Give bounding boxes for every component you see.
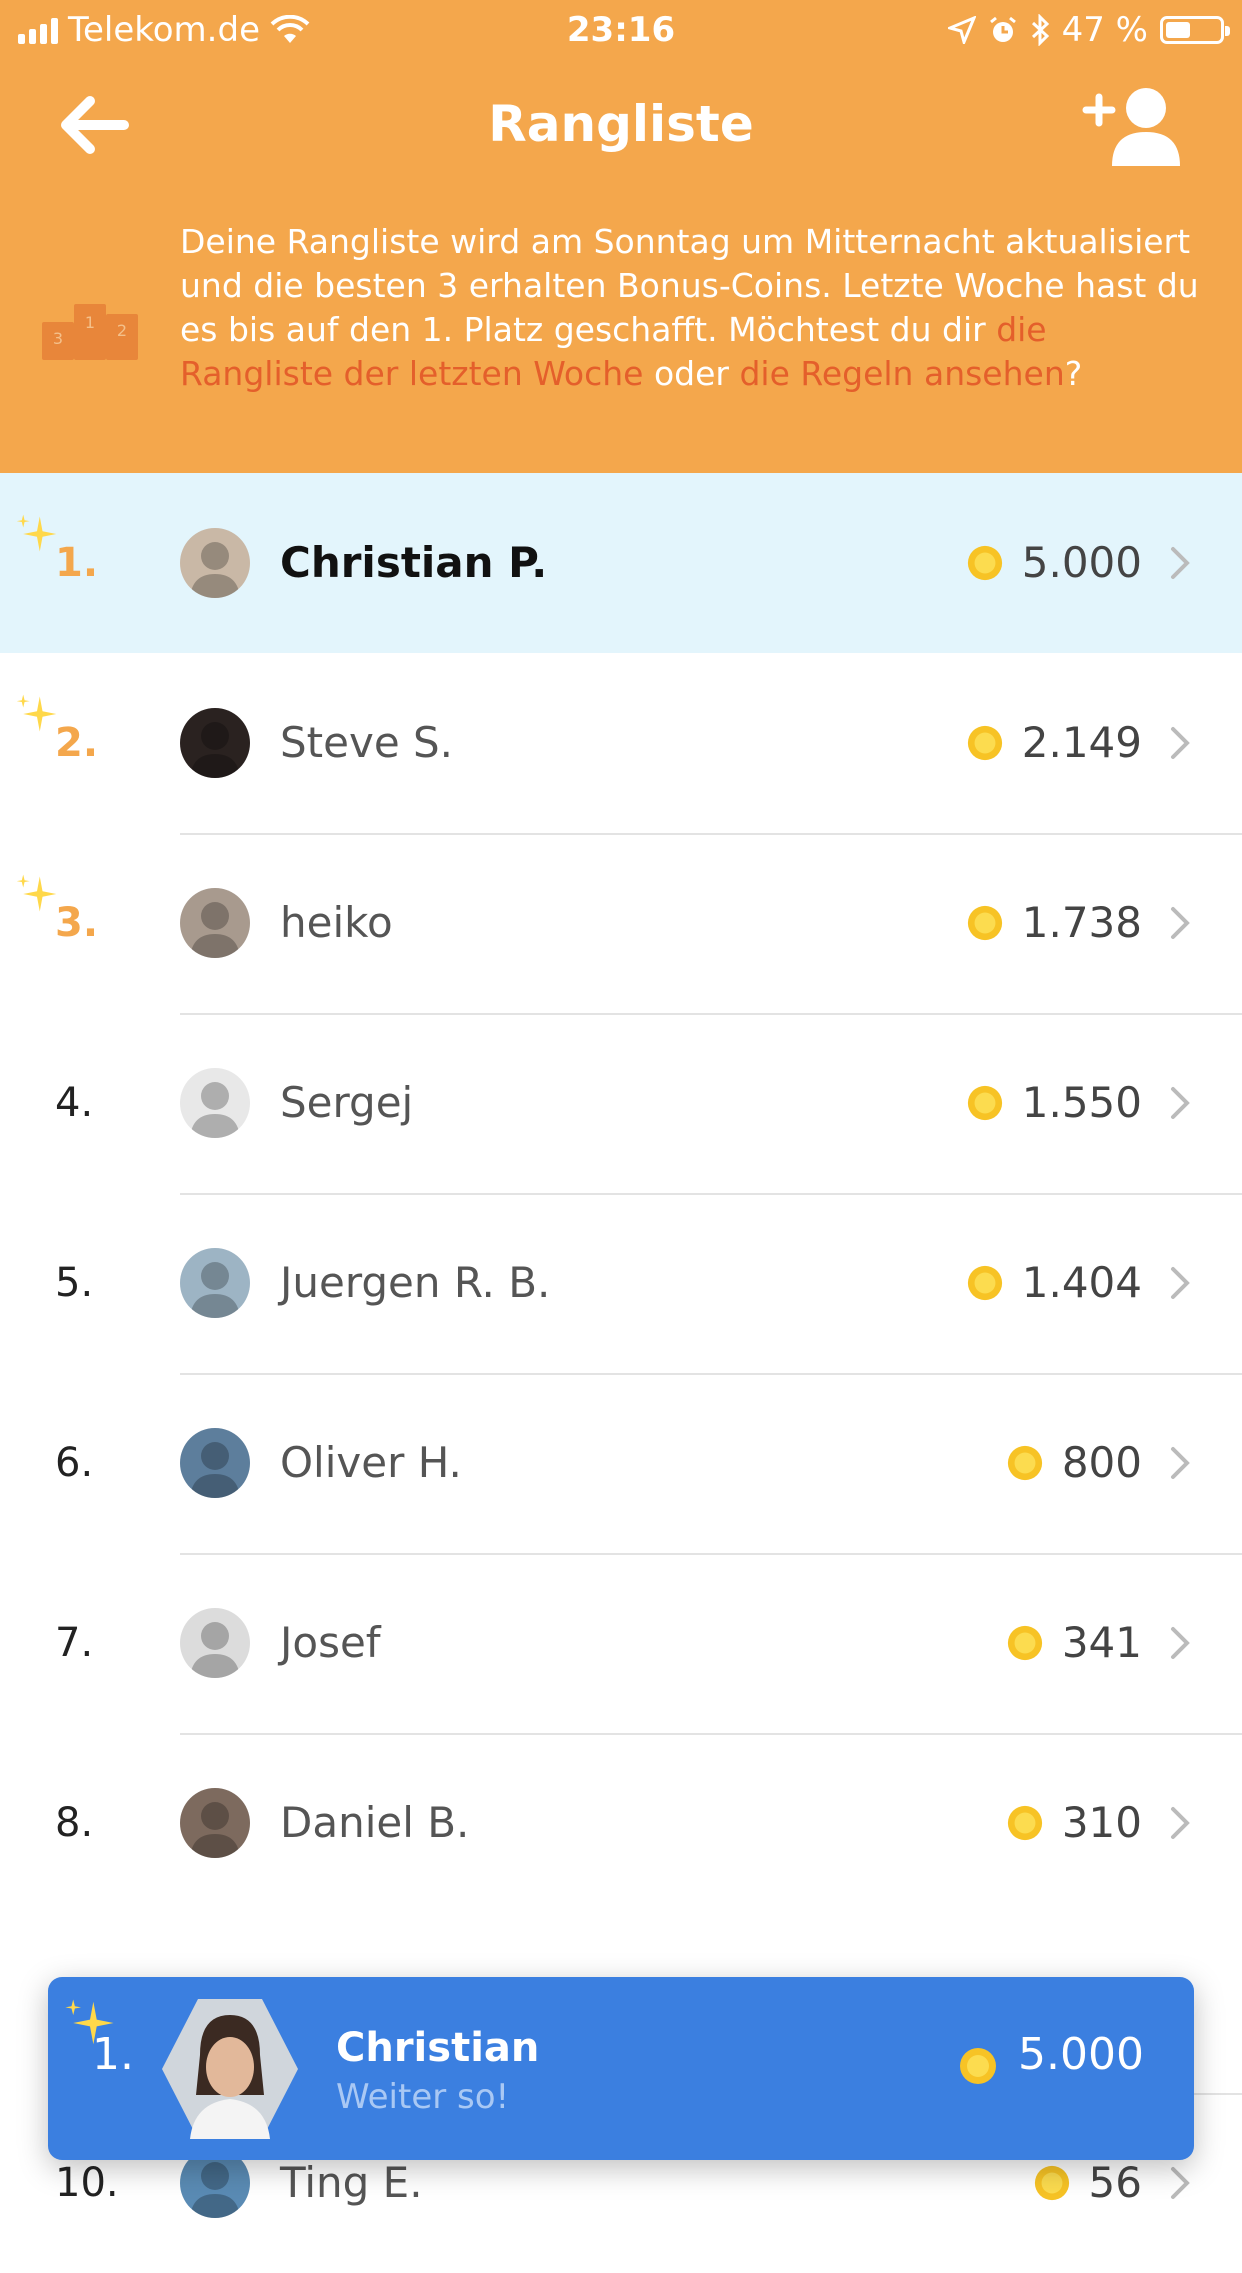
rank-number: 5. — [55, 1260, 94, 1306]
leaderboard-row[interactable]: 1. Christian P. 5.000 — [0, 473, 1242, 653]
coin-icon — [967, 1085, 1002, 1121]
sparkle-icon — [16, 694, 57, 732]
avatar — [180, 1248, 250, 1318]
coin-icon — [1007, 1625, 1042, 1661]
leaderboard-row[interactable]: 4. Sergej 1.550 — [0, 1013, 1242, 1193]
add-friend-icon[interactable] — [1082, 82, 1182, 170]
status-bar: Telekom.de 23:16 47 % — [0, 0, 1242, 62]
player-score: 5.000 — [1021, 538, 1142, 587]
leaderboard-row[interactable]: 3. heiko 1.738 — [0, 833, 1242, 1013]
player-score: 2.149 — [1021, 718, 1142, 767]
chevron-right-icon — [1171, 1627, 1190, 1659]
coin-icon — [967, 725, 1002, 761]
sparkle-icon — [16, 874, 57, 912]
avatar — [180, 1428, 250, 1498]
rank-number: 7. — [55, 1620, 94, 1666]
chevron-right-icon — [1171, 1267, 1190, 1299]
rank-number: 6. — [55, 1440, 94, 1486]
my-name: Christian — [336, 2025, 540, 2071]
leaderboard-row[interactable]: 8. Daniel B. 310 — [0, 1733, 1242, 1913]
chevron-right-icon — [1171, 907, 1190, 939]
coin-icon — [1007, 1445, 1042, 1481]
player-name: Daniel B. — [280, 1798, 470, 1847]
player-name: Steve S. — [280, 718, 454, 767]
location-icon — [947, 16, 976, 44]
coin-icon — [1034, 2165, 1069, 2201]
my-score: 5.000 — [1018, 2029, 1144, 2080]
bluetooth-icon — [1031, 14, 1049, 46]
chevron-right-icon — [1171, 1087, 1190, 1119]
coin-icon — [1007, 1805, 1042, 1841]
player-name: heiko — [280, 898, 393, 947]
podium-label-second: 2 — [117, 321, 127, 340]
rules-link[interactable]: die Regeln ansehen — [739, 354, 1064, 393]
chevron-right-icon — [1171, 2167, 1190, 2199]
rank-number: 1. — [55, 540, 99, 586]
my-rank-card[interactable]: 1. Christian Weiter so! 5.000 — [48, 1977, 1194, 2160]
coin-icon — [967, 1265, 1002, 1301]
player-score: 1.550 — [1021, 1078, 1142, 1127]
page-title: Rangliste — [488, 95, 754, 153]
podium-icon: 1 3 2 — [42, 304, 138, 360]
leaderboard-row[interactable]: 6. Oliver H. 800 — [0, 1373, 1242, 1553]
coin-icon — [960, 2048, 997, 2084]
header: Telekom.de 23:16 47 % Rangliste 1 3 2 De… — [0, 0, 1242, 473]
alarm-icon — [989, 16, 1016, 42]
battery-icon — [1160, 16, 1230, 44]
podium-label-first: 1 — [85, 313, 95, 332]
player-name: Sergej — [280, 1078, 414, 1127]
rank-number: 4. — [55, 1080, 94, 1126]
avatar — [180, 1788, 250, 1858]
avatar — [180, 528, 250, 598]
chevron-right-icon — [1171, 1447, 1190, 1479]
player-name: Juergen R. B. — [280, 1258, 551, 1307]
rank-number: 2. — [55, 720, 99, 766]
rank-number: 3. — [55, 900, 99, 946]
chevron-right-icon — [1171, 547, 1190, 579]
player-name: Oliver H. — [280, 1438, 462, 1487]
coin-icon — [967, 545, 1002, 581]
my-subtitle: Weiter so! — [336, 2077, 510, 2117]
avatar — [160, 1995, 300, 2143]
avatar — [180, 1068, 250, 1138]
avatar — [180, 888, 250, 958]
player-score: 310 — [1061, 1798, 1142, 1847]
podium-label-third: 3 — [53, 329, 63, 348]
sparkle-icon — [16, 514, 57, 552]
player-score: 800 — [1061, 1438, 1142, 1487]
chevron-right-icon — [1171, 727, 1190, 759]
leaderboard-row[interactable]: 5. Juergen R. B. 1.404 — [0, 1193, 1242, 1373]
player-name: Christian P. — [280, 538, 548, 587]
info-text: Deine Rangliste wird am Sonntag um Mitte… — [180, 222, 1199, 393]
avatar — [180, 708, 250, 778]
player-name: Josef — [280, 1618, 381, 1667]
player-score: 1.404 — [1021, 1258, 1142, 1307]
coin-icon — [967, 905, 1002, 941]
rank-number: 8. — [55, 1800, 94, 1846]
player-score: 341 — [1061, 1618, 1142, 1667]
battery-percent: 47 % — [1061, 10, 1148, 50]
my-rank: 1. — [92, 2029, 134, 2080]
leaderboard-row[interactable]: 2. Steve S. 2.149 — [0, 653, 1242, 833]
chevron-right-icon — [1171, 1807, 1190, 1839]
leaderboard-row[interactable]: 7. Josef 341 — [0, 1553, 1242, 1733]
player-score: 1.738 — [1021, 898, 1142, 947]
avatar — [180, 1608, 250, 1678]
